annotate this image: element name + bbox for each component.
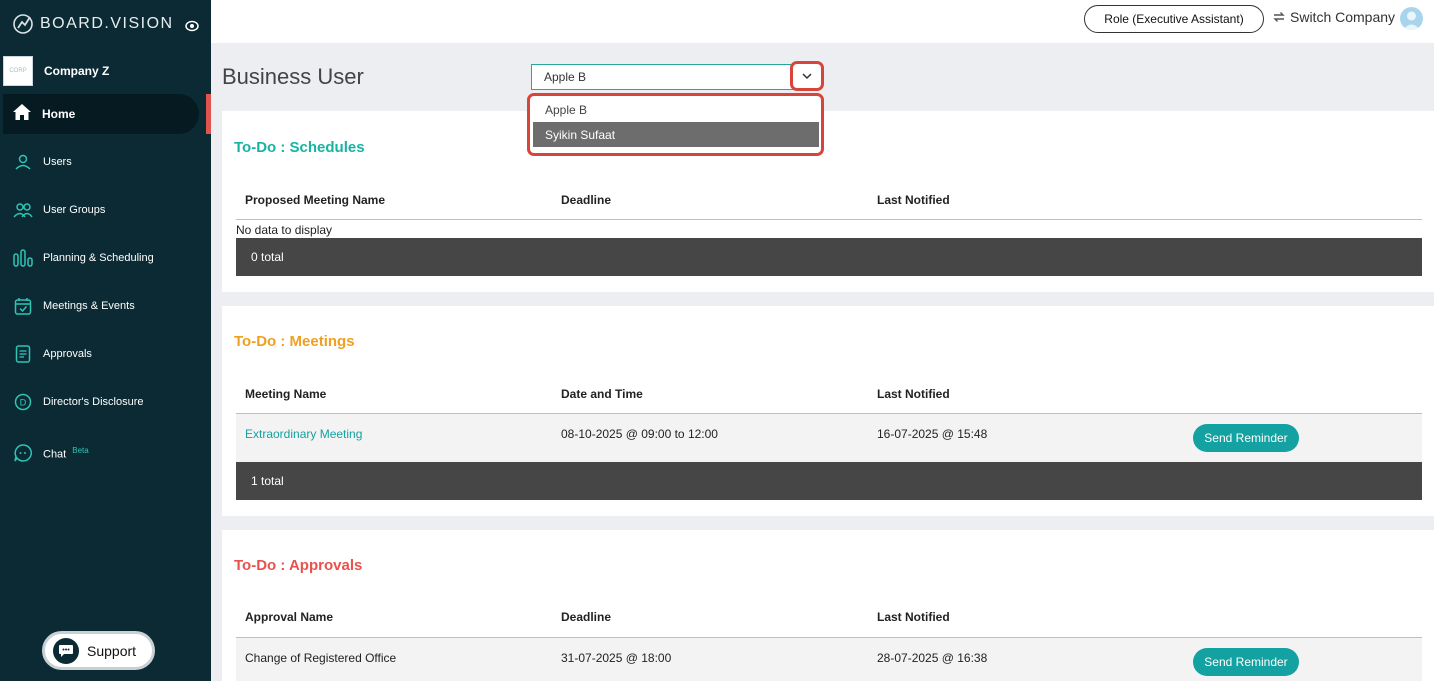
user-icon bbox=[12, 151, 34, 173]
sidebar-item-label: Home bbox=[42, 107, 76, 121]
sidebar-item-approvals[interactable]: Approvals bbox=[12, 342, 92, 366]
table-row: Change of Registered Office 31-07-2025 @… bbox=[236, 638, 1422, 681]
bar-chart-icon bbox=[12, 247, 34, 269]
total-count: 1 total bbox=[251, 474, 284, 488]
table-footer: 1 total bbox=[236, 462, 1422, 500]
sidebar-item-label: Planning & Scheduling bbox=[43, 252, 154, 264]
sidebar-item-label: Director's Disclosure bbox=[43, 396, 144, 408]
sidebar-item-label: Meetings & Events bbox=[43, 300, 135, 312]
switch-company-label: Switch Company bbox=[1290, 9, 1396, 25]
column-header[interactable]: Proposed Meeting Name bbox=[245, 193, 385, 207]
select-value: Apple B bbox=[544, 70, 587, 84]
sidebar-item-label: User Groups bbox=[43, 204, 106, 216]
sidebar-item-user-groups[interactable]: User Groups bbox=[12, 198, 105, 222]
company-logo: CORP bbox=[3, 56, 33, 86]
calendar-icon bbox=[12, 295, 34, 317]
switch-company-button[interactable]: Switch Company bbox=[1272, 9, 1395, 25]
beta-badge: Beta bbox=[72, 445, 89, 455]
column-header[interactable]: Last Notified bbox=[877, 193, 950, 207]
meetings-card: To-Do : Meetings Meeting Name Date and T… bbox=[222, 306, 1434, 516]
sidebar-item-disclosure[interactable]: D Director's Disclosure bbox=[12, 390, 144, 414]
business-user-dropdown: Apple B Syikin Sufaat bbox=[527, 93, 824, 156]
meeting-name-link[interactable]: Extraordinary Meeting bbox=[245, 427, 362, 441]
chevron-down-icon bbox=[802, 72, 812, 79]
sidebar-item-label: Chat Beta bbox=[43, 445, 89, 461]
support-label: Support bbox=[87, 642, 137, 659]
page-title: Business User bbox=[222, 64, 364, 89]
chat-icon bbox=[12, 442, 34, 464]
approval-deadline: 31-07-2025 @ 18:00 bbox=[561, 651, 672, 665]
support-button[interactable]: Support bbox=[42, 631, 155, 670]
svg-text:D: D bbox=[20, 399, 27, 409]
board-vision-logo-icon bbox=[13, 14, 33, 34]
toggle-sidebar-icon[interactable] bbox=[185, 20, 199, 32]
sidebar-item-planning[interactable]: Planning & Scheduling bbox=[12, 246, 154, 270]
home-icon bbox=[12, 103, 32, 126]
role-button[interactable]: Role (Executive Assistant) bbox=[1084, 5, 1264, 33]
disclosure-icon: D bbox=[12, 391, 34, 413]
send-reminder-button[interactable]: Send Reminder bbox=[1193, 424, 1299, 452]
sidebar: BOARD.VISION CORP Company Z Home Users U… bbox=[0, 0, 211, 681]
table-footer: 0 total bbox=[236, 238, 1422, 276]
empty-state-text: No data to display bbox=[236, 223, 333, 237]
column-header[interactable]: Approval Name bbox=[245, 610, 333, 624]
dropdown-option[interactable]: Apple B bbox=[533, 97, 819, 122]
schedules-card: To-Do : Schedules Proposed Meeting Name … bbox=[222, 111, 1434, 292]
company-name: Company Z bbox=[44, 64, 110, 78]
sidebar-item-label: Users bbox=[43, 156, 72, 168]
column-header[interactable]: Deadline bbox=[561, 610, 611, 624]
divider bbox=[236, 219, 1422, 220]
company-switcher[interactable]: CORP Company Z bbox=[3, 56, 109, 86]
column-header[interactable]: Deadline bbox=[561, 193, 611, 207]
total-count: 0 total bbox=[251, 250, 284, 264]
sidebar-item-users[interactable]: Users bbox=[12, 150, 72, 174]
brand-logo[interactable]: BOARD.VISION bbox=[12, 13, 174, 35]
schedules-title: To-Do : Schedules bbox=[234, 139, 365, 156]
column-header[interactable]: Last Notified bbox=[877, 387, 950, 401]
meeting-datetime: 08-10-2025 @ 09:00 to 12:00 bbox=[561, 427, 718, 441]
sidebar-item-chat[interactable]: Chat Beta bbox=[12, 441, 89, 465]
user-group-icon bbox=[12, 199, 34, 221]
send-reminder-button[interactable]: Send Reminder bbox=[1193, 648, 1299, 676]
column-header[interactable]: Last Notified bbox=[877, 610, 950, 624]
column-header[interactable]: Date and Time bbox=[561, 387, 643, 401]
table-row: Extraordinary Meeting 08-10-2025 @ 09:00… bbox=[236, 414, 1422, 462]
sidebar-item-label: Approvals bbox=[43, 348, 92, 360]
approvals-title: To-Do : Approvals bbox=[234, 557, 363, 574]
document-icon bbox=[12, 343, 34, 365]
approval-name: Change of Registered Office bbox=[245, 651, 397, 665]
approval-last-notified: 28-07-2025 @ 16:38 bbox=[877, 651, 988, 665]
column-header[interactable]: Meeting Name bbox=[245, 387, 326, 401]
switch-icon bbox=[1273, 12, 1285, 22]
dropdown-toggle-button[interactable] bbox=[790, 61, 824, 91]
sidebar-item-meetings[interactable]: Meetings & Events bbox=[12, 294, 135, 318]
support-chat-icon bbox=[53, 637, 79, 664]
brand-name: BOARD.VISION bbox=[40, 15, 174, 32]
approvals-card: To-Do : Approvals Approval Name Deadline… bbox=[222, 530, 1434, 681]
meetings-title: To-Do : Meetings bbox=[234, 333, 355, 350]
active-indicator bbox=[206, 94, 211, 134]
avatar[interactable] bbox=[1400, 7, 1423, 30]
business-user-select[interactable]: Apple B bbox=[531, 64, 793, 90]
dropdown-option-highlighted[interactable]: Syikin Sufaat bbox=[533, 122, 819, 147]
sidebar-item-home[interactable]: Home bbox=[3, 94, 199, 134]
meeting-last-notified: 16-07-2025 @ 15:48 bbox=[877, 427, 988, 441]
